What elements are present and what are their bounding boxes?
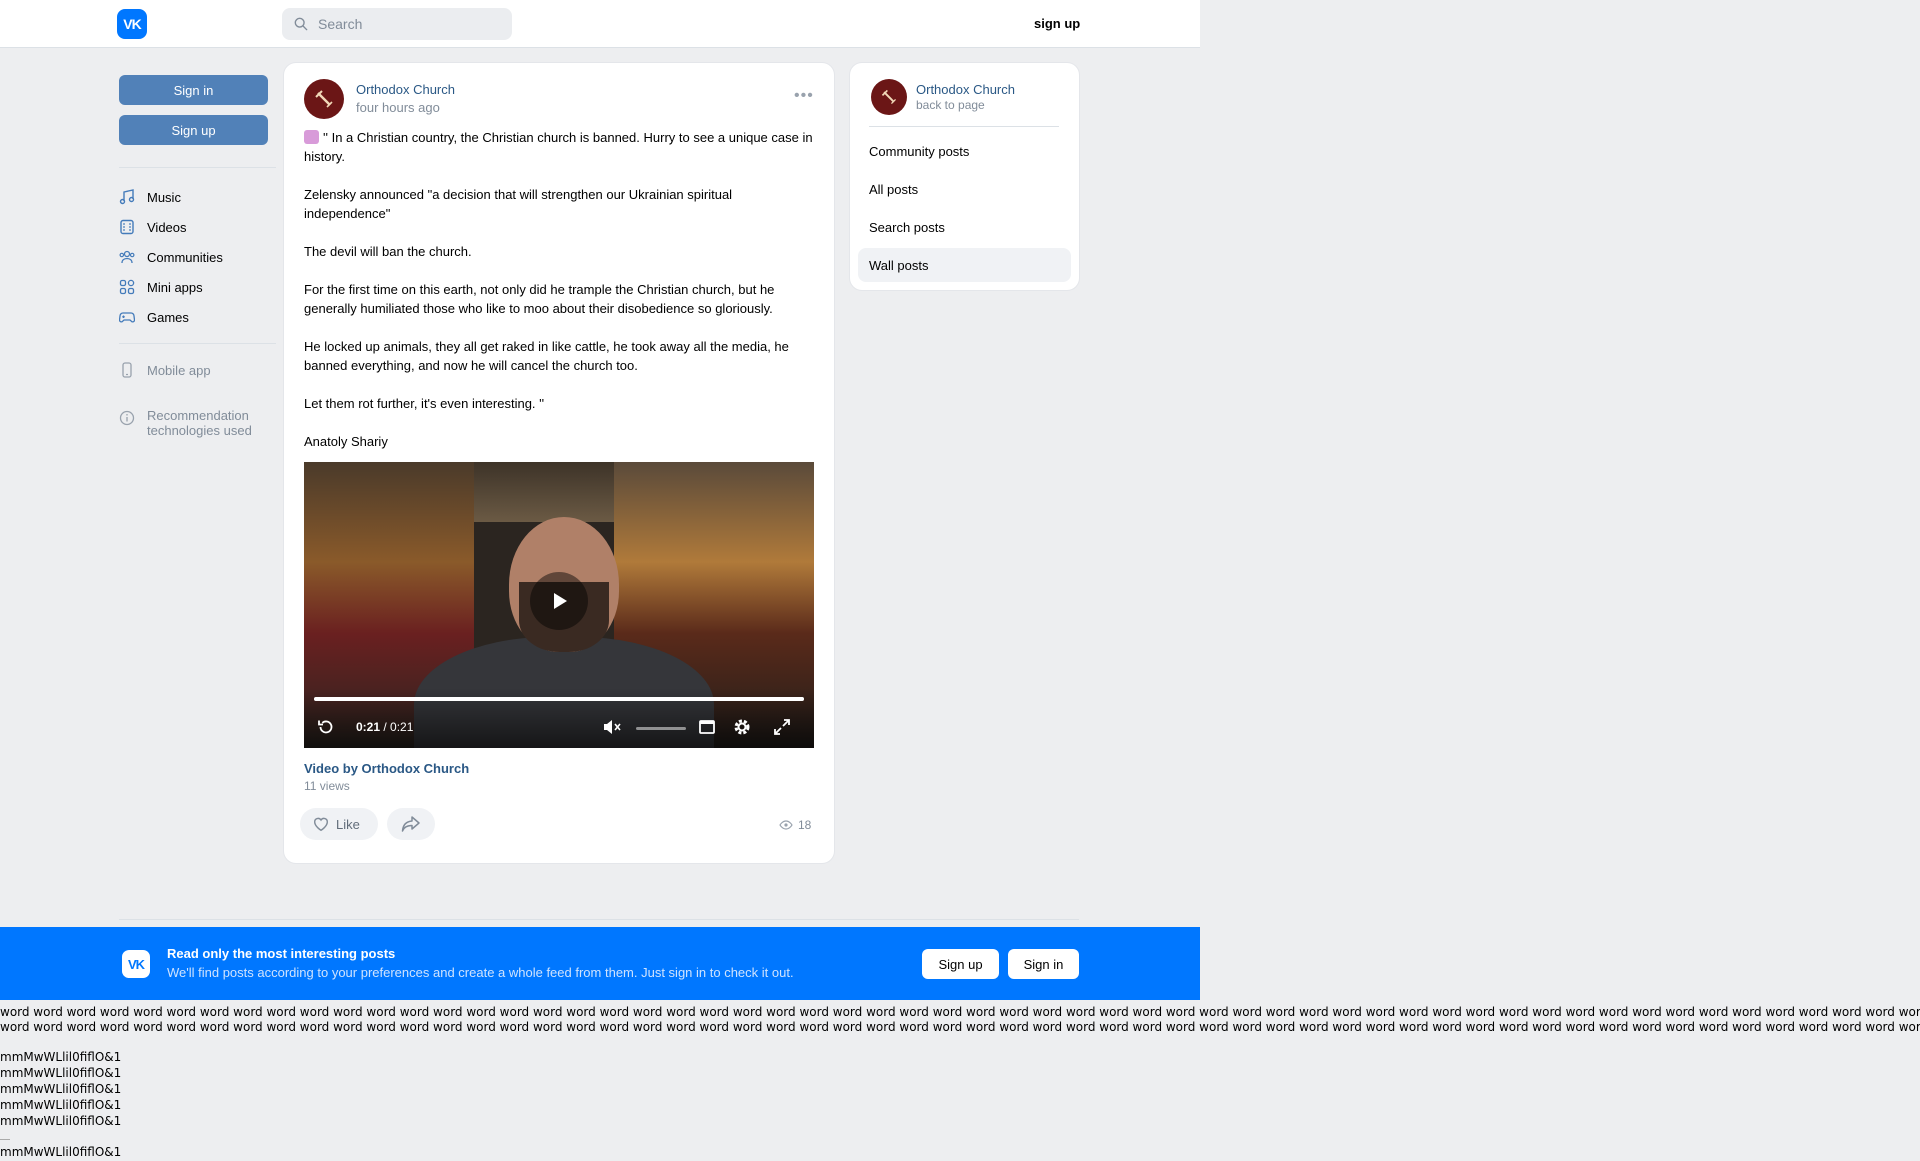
- fullscreen-icon[interactable]: [772, 717, 792, 737]
- cross-icon: [881, 89, 897, 105]
- sidebar-item-label: Communities: [147, 249, 223, 265]
- post-paragraph: Let them rot further, it's even interest…: [304, 396, 545, 411]
- sidebar-item-label: Mini apps: [147, 279, 203, 295]
- menu-search-posts[interactable]: Search posts: [858, 210, 1071, 244]
- footer-divider: [119, 919, 1079, 920]
- mini-apps-icon: [119, 279, 135, 295]
- post-paragraph: For the first time on this earth, not on…: [304, 282, 775, 316]
- muted-volume-icon[interactable]: [602, 717, 622, 737]
- sidebar-item-games[interactable]: Games: [119, 307, 189, 327]
- vk-logo: VK: [122, 950, 150, 978]
- nav-divider: [119, 343, 276, 344]
- banner-title: Read only the most interesting posts: [167, 946, 396, 961]
- menu-all-posts[interactable]: All posts: [858, 172, 1071, 206]
- phone-icon: [122, 362, 132, 378]
- top-header: VK Search sign up: [0, 0, 1200, 48]
- sidebar-item-label: Games: [147, 309, 189, 325]
- card-divider: [869, 126, 1059, 127]
- search-placeholder: Search: [318, 16, 363, 32]
- search-icon: [294, 17, 308, 31]
- cross-icon: [315, 90, 333, 108]
- header-signup-link[interactable]: sign up: [1034, 16, 1080, 31]
- post-card: Orthodox Church four hours ago ••• '' In…: [284, 63, 834, 863]
- glyph-line: mmMwWLlil0fiflO&1: [0, 1066, 122, 1080]
- replay-icon[interactable]: [316, 717, 336, 737]
- share-icon: [401, 816, 420, 832]
- recommendation-label-line2: technologies used: [147, 423, 252, 438]
- community-avatar-small[interactable]: [871, 79, 907, 115]
- sidebar-item-music[interactable]: Music: [119, 187, 181, 207]
- sidebar-item-label: Music: [147, 189, 181, 205]
- sidebar-item-recommendations[interactable]: Recommendation technologies used: [119, 408, 252, 440]
- glyph-line: mmMwWLlil0fiflO&1: [0, 1145, 122, 1159]
- video-progress-fill: [314, 697, 804, 701]
- community-sidebar-card: Orthodox Church back to page Community p…: [850, 63, 1079, 290]
- like-label: Like: [336, 816, 360, 832]
- emoji-icon: [304, 130, 319, 144]
- heart-icon: [313, 817, 329, 832]
- video-controls: 0:21 / 0:21: [304, 712, 814, 742]
- more-options-icon[interactable]: •••: [794, 87, 814, 105]
- miniplayer-icon[interactable]: [697, 717, 717, 737]
- glyph-line: mmMwWLlil0fiflO&1: [0, 1082, 122, 1096]
- post-paragraph: '' In a Christian country, the Christian…: [304, 130, 813, 164]
- glyph-line: mmMwWLlil0fiflO&1: [0, 1050, 122, 1064]
- play-button[interactable]: [530, 572, 588, 630]
- word-line: word word word word word word word word …: [0, 1005, 1920, 1019]
- debug-word-text: word word word word word word word word …: [0, 1005, 1920, 1035]
- music-icon: [119, 189, 135, 205]
- post-paragraph: He locked up animals, they all get raked…: [304, 339, 789, 373]
- view-count: 18: [798, 818, 812, 832]
- menu-community-posts[interactable]: Community posts: [858, 134, 1071, 168]
- sidebar-item-mobile-app[interactable]: Mobile app: [119, 360, 211, 380]
- recommendation-label-line1: Recommendation: [147, 408, 249, 423]
- info-icon: [119, 410, 135, 426]
- eye-icon: [779, 820, 793, 830]
- communities-icon: [119, 250, 135, 264]
- vk-logo[interactable]: VK: [117, 9, 147, 39]
- sidebar-item-communities[interactable]: Communities: [119, 247, 223, 267]
- volume-slider[interactable]: [636, 727, 686, 730]
- community-name-link[interactable]: Orthodox Church: [916, 82, 1015, 97]
- post-paragraph: Anatoly Shariy: [304, 434, 388, 449]
- word-line: word word word word word word word word …: [0, 1020, 1920, 1034]
- sidebar-item-label: Videos: [147, 219, 187, 235]
- signup-button[interactable]: Sign up: [119, 115, 268, 145]
- debug-rule: [0, 1139, 10, 1140]
- back-to-page-link[interactable]: back to page: [916, 98, 985, 112]
- banner-subtitle: We'll find posts according to your prefe…: [167, 965, 794, 980]
- community-avatar[interactable]: [304, 79, 344, 119]
- games-icon: [119, 312, 135, 323]
- post-text: '' In a Christian country, the Christian…: [304, 128, 814, 470]
- post-paragraph: Zelensky announced "a decision that will…: [304, 187, 733, 221]
- like-button[interactable]: Like: [300, 808, 378, 840]
- glyph-line: mmMwWLlil0fiflO&1: [0, 1098, 122, 1112]
- video-progress-bar[interactable]: [314, 697, 804, 701]
- share-button[interactable]: [387, 808, 435, 840]
- banner-signup-button[interactable]: Sign up: [922, 949, 999, 979]
- video-player[interactable]: 0:21 / 0:21: [304, 462, 814, 748]
- signin-promo-banner: VK Read only the most interesting posts …: [0, 927, 1200, 1000]
- play-icon: [554, 593, 567, 609]
- sidebar-item-mini-apps[interactable]: Mini apps: [119, 277, 203, 297]
- nav-divider: [119, 167, 276, 168]
- signin-button[interactable]: Sign in: [119, 75, 268, 105]
- post-paragraph: The devil will ban the church.: [304, 244, 472, 259]
- view-counter: 18: [779, 818, 811, 832]
- banner-signin-button[interactable]: Sign in: [1008, 949, 1079, 979]
- post-timestamp[interactable]: four hours ago: [356, 100, 440, 115]
- sidebar-item-label: Mobile app: [147, 362, 211, 378]
- video-time: 0:21 / 0:21: [356, 720, 414, 734]
- sidebar-item-videos[interactable]: Videos: [119, 217, 187, 237]
- videos-icon: [120, 219, 134, 235]
- settings-icon[interactable]: [732, 717, 752, 737]
- video-title-link[interactable]: Video by Orthodox Church: [304, 761, 469, 776]
- search-input[interactable]: Search: [282, 8, 512, 40]
- menu-wall-posts[interactable]: Wall posts: [858, 248, 1071, 282]
- post-author-link[interactable]: Orthodox Church: [356, 82, 455, 97]
- glyph-line: mmMwWLlil0fiflO&1: [0, 1114, 122, 1128]
- video-views: 11 views: [304, 779, 350, 793]
